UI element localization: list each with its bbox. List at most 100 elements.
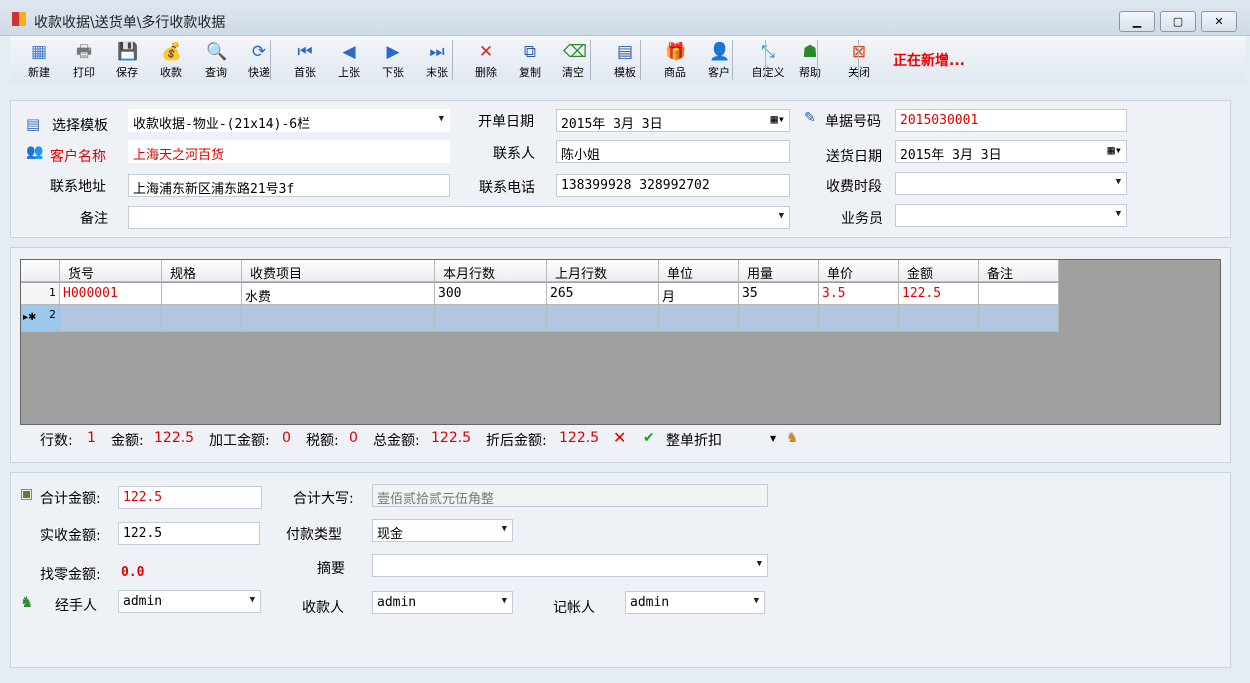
user-icon[interactable]: ♞ xyxy=(786,430,799,446)
last-icon: ⏭ xyxy=(429,42,445,62)
amount-label: 金额: xyxy=(111,433,144,449)
grid-cell[interactable]: 265 xyxy=(547,283,659,305)
grid-cell[interactable] xyxy=(162,305,242,332)
paytype-select[interactable]: 现金 xyxy=(372,519,513,542)
grid-cell[interactable] xyxy=(60,305,162,332)
search-icon: 🔍 xyxy=(206,42,228,62)
toolbar-button-refresh[interactable]: ⟳ 快递 xyxy=(237,38,281,82)
grid-cell[interactable] xyxy=(242,305,435,332)
tax-value: 0 xyxy=(349,430,358,446)
toolbar-separator xyxy=(732,40,733,80)
toolbar-button-custom[interactable]: ⤡ 自定义 xyxy=(746,38,790,82)
toolbar-button-label: 上张 xyxy=(338,66,360,79)
toolbar-button-money-bag[interactable]: 💰 收款 xyxy=(149,38,193,82)
contact-field[interactable]: 陈小姐 xyxy=(556,140,790,163)
row-header[interactable]: ▸✱ 2 xyxy=(21,305,60,332)
toolbar-button-prev[interactable]: ◀ 上张 xyxy=(327,38,371,82)
toolbar-button-printer[interactable]: 🖶 打印 xyxy=(62,38,106,82)
delivery-date-picker[interactable]: 2015年 3月 3日 ▦▾ xyxy=(895,140,1127,163)
title-bar: 收款收据\送货单\多行收款收据 ▁ ▢ ✕ xyxy=(0,0,1250,36)
column-header[interactable]: 单位 xyxy=(659,260,739,282)
toolbar-button-gift[interactable]: 🎁 商品 xyxy=(653,38,697,82)
grid-cell[interactable]: 300 xyxy=(435,283,547,305)
grid-cell[interactable]: 35 xyxy=(739,283,819,305)
toolbar-button-close[interactable]: ⊠ 关闭 xyxy=(837,38,881,82)
grid-cell[interactable] xyxy=(979,305,1059,332)
doc-no-field[interactable]: 2015030001 xyxy=(895,109,1127,132)
change-value: 0.0 xyxy=(121,565,145,580)
column-header[interactable]: 备注 xyxy=(979,260,1059,282)
toolbar-button-label: 清空 xyxy=(562,66,584,79)
column-header[interactable]: 本月行数 xyxy=(435,260,547,282)
handler-select[interactable]: admin xyxy=(118,590,261,613)
grid-cell[interactable] xyxy=(899,305,979,332)
grid-cell[interactable]: 月 xyxy=(659,283,739,305)
open-date-picker[interactable]: 2015年 3月 3日 ▦▾ xyxy=(556,109,790,132)
toolbar-button-search[interactable]: 🔍 查询 xyxy=(194,38,238,82)
grid-cell[interactable]: 水费 xyxy=(242,283,435,305)
toolbar-button-first[interactable]: ⏮ 首张 xyxy=(283,38,327,82)
total-label: 总金额: xyxy=(373,433,420,449)
toolbar-button-delete[interactable]: ✕ 删除 xyxy=(464,38,508,82)
toolbar-button-floppy[interactable]: 💾 保存 xyxy=(105,38,149,82)
address-field[interactable]: 上海浦东新区浦东路21号3f xyxy=(128,174,450,197)
grid-cell[interactable] xyxy=(819,305,899,332)
toolbar-button-help[interactable]: ☗ 帮助 xyxy=(788,38,832,82)
toolbar-button-clear[interactable]: ⌫ 清空 xyxy=(551,38,595,82)
close-window-button[interactable]: ✕ xyxy=(1201,11,1237,32)
toolbar-button-label: 自定义 xyxy=(751,66,785,79)
salesman-label: 业务员 xyxy=(841,211,883,227)
toolbar-button-copy[interactable]: ⧉ 复制 xyxy=(508,38,552,82)
column-header[interactable]: 上月行数 xyxy=(547,260,659,282)
row-header[interactable]: 1 xyxy=(21,283,60,305)
summary-select[interactable] xyxy=(372,554,768,577)
toolbar-button-next[interactable]: ▶ 下张 xyxy=(371,38,415,82)
amount-value: 122.5 xyxy=(154,430,195,446)
calendar-icon[interactable]: ▦▾ xyxy=(771,112,785,126)
check-icon: ✔ xyxy=(643,430,655,446)
bookkeeper-select[interactable]: admin xyxy=(625,591,765,614)
column-header[interactable]: 规格 xyxy=(162,260,242,282)
column-header[interactable]: 收费项目 xyxy=(242,260,435,282)
minimize-button[interactable]: ▁ xyxy=(1119,11,1155,32)
clear-discount-icon[interactable]: ✕ xyxy=(613,428,626,447)
toolbar-button-user[interactable]: 👤 客户 xyxy=(697,38,741,82)
grid-icon: ▦ xyxy=(30,42,48,62)
column-header[interactable]: 金额 xyxy=(899,260,979,282)
phone-field[interactable]: 138399928 328992702 xyxy=(556,174,790,197)
grid-cell[interactable]: H000001 xyxy=(60,283,162,305)
grid-corner xyxy=(21,260,60,282)
copy-icon: ⧉ xyxy=(523,42,537,62)
toolbar-button-grid[interactable]: ▦ 新建 xyxy=(17,38,61,82)
grid-cell[interactable] xyxy=(659,305,739,332)
grid-cell[interactable] xyxy=(435,305,547,332)
whole-discount-button[interactable]: 整单折扣 xyxy=(666,430,722,450)
payee-select[interactable]: admin xyxy=(372,591,513,614)
grid-cell[interactable] xyxy=(162,283,242,305)
calendar-icon[interactable]: ▦▾ xyxy=(1108,143,1122,157)
toolbar-button-label: 打印 xyxy=(73,66,95,79)
grid-cell[interactable] xyxy=(739,305,819,332)
remark-select[interactable] xyxy=(128,206,790,229)
grid-cell[interactable] xyxy=(547,305,659,332)
received-field[interactable]: 122.5 xyxy=(118,522,260,545)
template-icon: ▤ xyxy=(616,42,634,62)
template-label: 选择模板 xyxy=(52,118,108,134)
period-select[interactable] xyxy=(895,172,1127,195)
bookkeeper-label: 记帐人 xyxy=(553,600,595,616)
discount-dropdown[interactable]: ▼ xyxy=(770,434,776,443)
toolbar-button-label: 客户 xyxy=(708,66,730,79)
customer-field[interactable]: 上海天之河百货 xyxy=(128,140,450,163)
salesman-select[interactable] xyxy=(895,204,1127,227)
sum-field[interactable]: 122.5 xyxy=(118,486,262,509)
items-grid[interactable]: 货号 规格 收费项目 本月行数 上月行数 单位 用量 单价 金额 备注 1 H000001 水费 300 2… xyxy=(20,259,1221,425)
maximize-button[interactable]: ▢ xyxy=(1160,11,1196,32)
grid-cell[interactable]: 122.5 xyxy=(899,283,979,305)
column-header[interactable]: 用量 xyxy=(739,260,819,282)
grid-cell[interactable] xyxy=(979,283,1059,305)
toolbar-separator xyxy=(858,40,859,80)
template-select[interactable]: 收款收据-物业-(21x14)-6栏 xyxy=(128,109,450,132)
grid-cell[interactable]: 3.5 xyxy=(819,283,899,305)
column-header[interactable]: 货号 xyxy=(60,260,162,282)
column-header[interactable]: 单价 xyxy=(819,260,899,282)
